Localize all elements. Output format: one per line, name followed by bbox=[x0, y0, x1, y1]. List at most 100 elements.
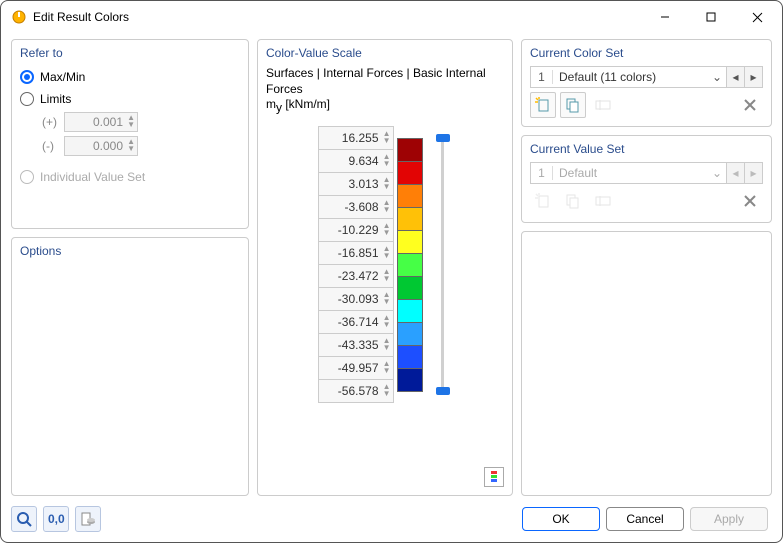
report-button[interactable] bbox=[75, 506, 101, 532]
scale-value-input[interactable]: 16.255 ▲▼ bbox=[318, 126, 394, 150]
value-set-index: 1 bbox=[531, 166, 553, 180]
units-button[interactable]: 0,00 bbox=[43, 506, 69, 532]
limit-plus-input[interactable]: 0.001 ▲▼ bbox=[64, 112, 138, 132]
spinner-arrows-icon[interactable]: ▲▼ bbox=[383, 153, 391, 167]
scale-value-input[interactable]: -56.578 ▲▼ bbox=[318, 379, 394, 403]
radio-ivs-row: Individual Value Set bbox=[20, 166, 240, 188]
limit-minus-row: (-) 0.000 ▲▼ bbox=[20, 134, 240, 158]
radio-maxmin-label: Max/Min bbox=[40, 70, 85, 84]
spinner-arrows-icon[interactable]: ▲▼ bbox=[383, 199, 391, 213]
spinner-arrows-icon[interactable]: ▲▼ bbox=[383, 360, 391, 374]
color-set-prev[interactable]: ◂ bbox=[727, 66, 745, 88]
cancel-button[interactable]: Cancel bbox=[606, 507, 684, 531]
ok-label: OK bbox=[552, 512, 569, 526]
scale-value-input[interactable]: -3.608 ▲▼ bbox=[318, 195, 394, 219]
scale-color-swatch[interactable] bbox=[397, 230, 423, 254]
scale-value-text: -49.957 bbox=[319, 361, 379, 375]
scale-title: Color-Value Scale bbox=[266, 46, 504, 60]
limit-minus-value: 0.000 bbox=[69, 139, 123, 153]
maximize-button[interactable] bbox=[688, 2, 734, 32]
scale-value-text: 16.255 bbox=[319, 131, 379, 145]
scale-color-swatch[interactable] bbox=[397, 138, 423, 162]
spinner-arrows-icon[interactable]: ▲▼ bbox=[127, 138, 135, 152]
cancel-label: Cancel bbox=[626, 512, 663, 526]
scale-value-input[interactable]: -30.093▲▼ bbox=[318, 287, 394, 311]
spinner-arrows-icon[interactable]: ▲▼ bbox=[383, 176, 391, 190]
spinner-arrows-icon[interactable]: ▲▼ bbox=[383, 291, 391, 305]
scale-value-text: 9.634 bbox=[319, 154, 379, 168]
window-title: Edit Result Colors bbox=[33, 10, 642, 24]
color-set-panel: Current Color Set 1 Default (11 colors) … bbox=[521, 39, 772, 127]
scale-value-input[interactable]: -16.851 ▲▼ bbox=[318, 241, 394, 265]
scale-range-slider[interactable] bbox=[433, 126, 453, 403]
value-set-row: 1 Default ⌄ ◂ ▸ bbox=[530, 162, 763, 184]
scale-value-input[interactable]: -36.714▲▼ bbox=[318, 310, 394, 334]
spinner-arrows-icon[interactable]: ▲▼ bbox=[383, 245, 391, 259]
scale-value-input[interactable]: -10.229▲▼ bbox=[318, 218, 394, 242]
color-set-index: 1 bbox=[531, 70, 553, 84]
x-icon bbox=[744, 99, 756, 111]
spinner-arrows-icon[interactable]: ▲▼ bbox=[383, 222, 391, 236]
spinner-arrows-icon[interactable]: ▲▼ bbox=[127, 114, 135, 128]
value-set-title: Current Value Set bbox=[530, 142, 763, 156]
color-set-select[interactable]: 1 Default (11 colors) ⌄ bbox=[530, 66, 727, 88]
left-column: Refer to Max/Min Limits (+) 0.001 ▲▼ bbox=[11, 39, 249, 496]
delete-color-set-button[interactable] bbox=[737, 92, 763, 118]
minimize-button[interactable] bbox=[642, 2, 688, 32]
scale-color-swatch[interactable] bbox=[397, 299, 423, 323]
scale-value-text: -43.335 bbox=[319, 338, 379, 352]
delete-value-set-button[interactable] bbox=[737, 188, 763, 214]
color-set-text: Default (11 colors) bbox=[553, 70, 708, 84]
scale-value-text: -16.851 bbox=[319, 246, 379, 260]
slider-thumb-top[interactable] bbox=[436, 134, 450, 142]
scale-value-input[interactable]: 3.013▲▼ bbox=[318, 172, 394, 196]
scale-color-swatch[interactable] bbox=[397, 368, 423, 392]
spinner-arrows-icon[interactable]: ▲▼ bbox=[383, 337, 391, 351]
color-value-scale-panel: Color-Value Scale Surfaces | Internal Fo… bbox=[257, 39, 513, 496]
scale-color-swatch[interactable] bbox=[397, 276, 423, 300]
radio-limits-row[interactable]: Limits bbox=[20, 88, 240, 110]
scale-value-text: -56.578 bbox=[319, 384, 379, 398]
spinner-arrows-icon[interactable]: ▲▼ bbox=[383, 268, 391, 282]
radio-limits-label: Limits bbox=[40, 92, 71, 106]
scale-subtitle-unit: [kNm/m] bbox=[282, 97, 330, 111]
slider-thumb-bottom[interactable] bbox=[436, 387, 450, 395]
x-icon bbox=[744, 195, 756, 207]
scale-color-swatch[interactable] bbox=[397, 161, 423, 185]
copy-color-set-button[interactable] bbox=[560, 92, 586, 118]
scale-color-swatch[interactable] bbox=[397, 207, 423, 231]
default-scale-button[interactable] bbox=[484, 467, 504, 487]
spinner-arrows-icon[interactable]: ▲▼ bbox=[383, 314, 391, 328]
scale-color-swatch[interactable] bbox=[397, 322, 423, 346]
scale-color-swatch[interactable] bbox=[397, 184, 423, 208]
scale-color-swatch[interactable] bbox=[397, 345, 423, 369]
middle-column: Color-Value Scale Surfaces | Internal Fo… bbox=[257, 39, 513, 496]
ok-button[interactable]: OK bbox=[522, 507, 600, 531]
scale-value-input[interactable]: 9.634 ▲▼ bbox=[318, 149, 394, 173]
close-button[interactable] bbox=[734, 2, 780, 32]
scale-value-input[interactable]: -49.957 ▲▼ bbox=[318, 356, 394, 380]
spinner-arrows-icon[interactable]: ▲▼ bbox=[383, 130, 391, 144]
new-color-set-button[interactable] bbox=[530, 92, 556, 118]
color-set-next[interactable]: ▸ bbox=[745, 66, 763, 88]
limit-minus-input[interactable]: 0.000 ▲▼ bbox=[64, 136, 138, 156]
app-icon bbox=[11, 9, 27, 25]
content-area: Refer to Max/Min Limits (+) 0.001 ▲▼ bbox=[1, 33, 782, 496]
edit-value-set-button bbox=[590, 188, 616, 214]
help-button[interactable] bbox=[11, 506, 37, 532]
options-title: Options bbox=[20, 244, 240, 258]
scale-value-text: -3.608 bbox=[319, 200, 379, 214]
radio-maxmin[interactable] bbox=[20, 70, 34, 84]
scale-value-input[interactable]: -43.335 ▲▼ bbox=[318, 333, 394, 357]
scale-value-text: -23.472 bbox=[319, 269, 379, 283]
chevron-down-icon[interactable]: ⌄ bbox=[708, 70, 726, 84]
limit-plus-value: 0.001 bbox=[69, 115, 123, 129]
scale-color-swatch[interactable] bbox=[397, 253, 423, 277]
refer-to-panel: Refer to Max/Min Limits (+) 0.001 ▲▼ bbox=[11, 39, 249, 229]
spinner-arrows-icon[interactable]: ▲▼ bbox=[383, 383, 391, 397]
color-set-row: 1 Default (11 colors) ⌄ ◂ ▸ bbox=[530, 66, 763, 88]
radio-maxmin-row[interactable]: Max/Min bbox=[20, 66, 240, 88]
radio-limits[interactable] bbox=[20, 92, 34, 106]
scale-value-input[interactable]: -23.472 ▲▼ bbox=[318, 264, 394, 288]
minus-label: (-) bbox=[42, 139, 58, 153]
